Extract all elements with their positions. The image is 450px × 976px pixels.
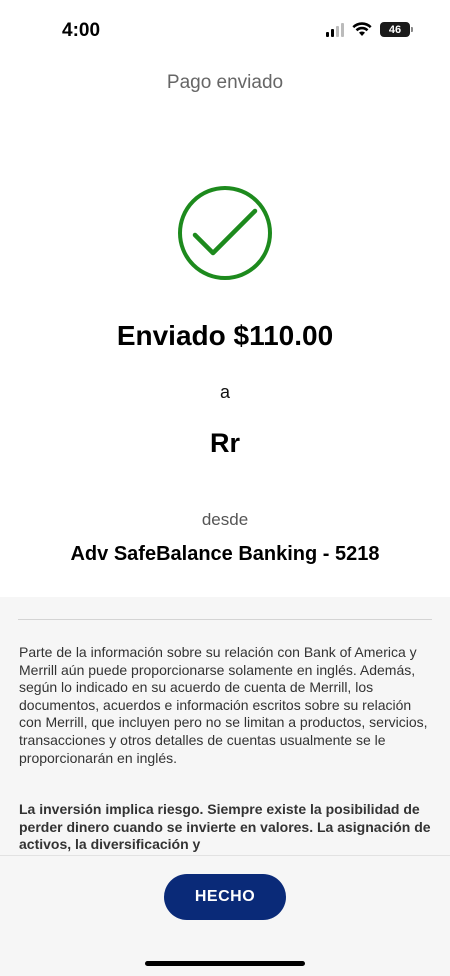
footer: HECHO bbox=[0, 855, 450, 976]
sent-amount: Enviado $110.00 bbox=[116, 320, 334, 351]
source-account: Adv SafeBalance Banking - 5218 bbox=[70, 543, 380, 565]
battery-icon: 46 bbox=[380, 22, 413, 37]
disclosure-section[interactable]: Parte de la información sobre su relació… bbox=[0, 597, 450, 855]
home-indicator[interactable] bbox=[145, 961, 305, 966]
checkmark-circle-icon bbox=[178, 186, 272, 280]
language-disclosure: Parte de la información sobre su relació… bbox=[19, 644, 428, 766]
battery-level: 46 bbox=[388, 23, 402, 36]
recipient-name: Rr bbox=[209, 428, 240, 458]
from-label: desde bbox=[201, 510, 249, 529]
investment-risk-disclosure: La inversión implica riesgo. Siempre exi… bbox=[19, 801, 431, 853]
done-button[interactable]: HECHO bbox=[164, 874, 286, 920]
divider bbox=[18, 619, 432, 620]
to-label: a bbox=[219, 382, 230, 402]
signal-icon bbox=[326, 22, 344, 37]
page-title: Pago enviado bbox=[166, 72, 284, 93]
wifi-icon bbox=[352, 22, 372, 36]
status-time: 4:00 bbox=[62, 20, 101, 41]
status-icons: 46 bbox=[326, 22, 413, 37]
status-bar: 4:00 46 bbox=[0, 0, 450, 60]
